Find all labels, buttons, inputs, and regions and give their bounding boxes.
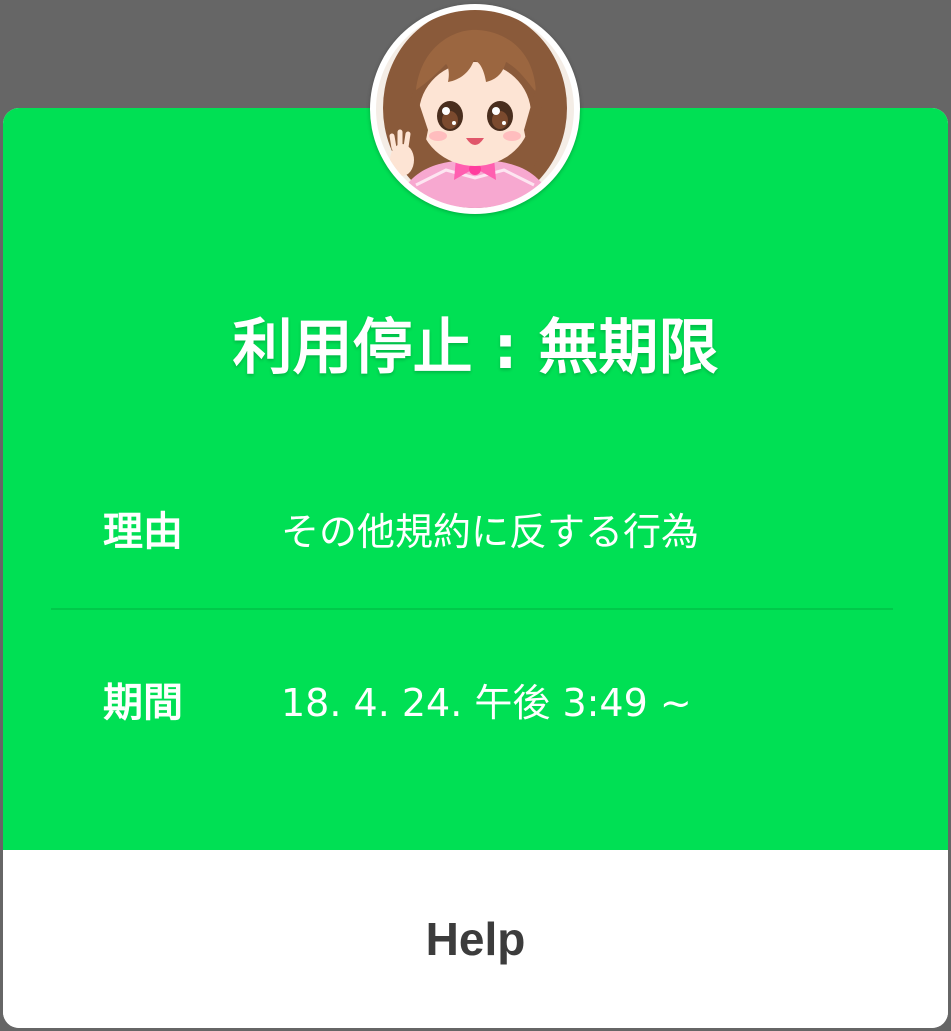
suspension-title: 利用停止 : 無期限	[232, 313, 719, 383]
avatar	[370, 4, 580, 214]
girl-character-avatar-icon	[376, 10, 574, 208]
screen: { "dialog": { "title": "利用停止 : 無期限", "ro…	[0, 0, 951, 1031]
suspension-dialog: 利用停止 : 無期限 理由 その他規約に反する行為 期間 18. 4. 24. …	[3, 108, 948, 1028]
reason-value: その他規約に反する行為	[281, 510, 700, 554]
help-button[interactable]: Help	[3, 850, 948, 1028]
period-value: 18. 4. 24. 午後 3:49 ~	[281, 681, 692, 725]
reason-label: 理由	[103, 509, 183, 555]
period-label: 期間	[103, 680, 183, 726]
row-divider	[51, 608, 893, 610]
period-row: 期間 18. 4. 24. 午後 3:49 ~	[3, 663, 948, 743]
dialog-header-panel: 利用停止 : 無期限 理由 その他規約に反する行為 期間 18. 4. 24. …	[3, 108, 948, 850]
reason-row: 理由 その他規約に反する行為	[3, 492, 948, 572]
